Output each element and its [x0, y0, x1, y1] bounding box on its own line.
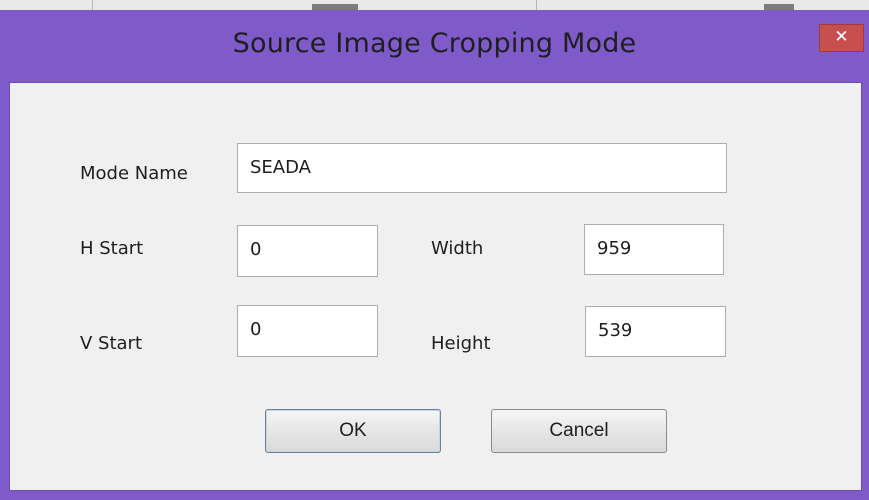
- strip-divider: [92, 0, 93, 10]
- strip-divider: [536, 0, 537, 10]
- v-start-label: V Start: [80, 333, 143, 354]
- cancel-button[interactable]: Cancel: [491, 409, 667, 453]
- title-bar[interactable]: Source Image Cropping Mode ✕: [0, 10, 869, 82]
- mode-name-label: Mode Name: [80, 163, 188, 184]
- width-input[interactable]: 959: [584, 224, 724, 275]
- dialog-body: Mode Name SEADA H Start 0 Width 959 V St…: [9, 82, 862, 491]
- v-start-input[interactable]: 0: [237, 305, 378, 357]
- background-window-strip: [0, 0, 869, 10]
- close-icon: ✕: [834, 27, 849, 47]
- height-input[interactable]: 539: [585, 306, 726, 357]
- close-button[interactable]: ✕: [819, 24, 864, 52]
- mode-name-input[interactable]: SEADA: [237, 143, 727, 193]
- h-start-input[interactable]: 0: [237, 225, 378, 277]
- h-start-label: H Start: [80, 238, 144, 259]
- height-label: Height: [431, 333, 491, 354]
- width-label: Width: [431, 238, 484, 259]
- ok-button[interactable]: OK: [265, 409, 441, 453]
- dialog-title: Source Image Cropping Mode: [232, 28, 637, 59]
- dialog-window: Source Image Cropping Mode ✕ Mode Name S…: [0, 10, 869, 500]
